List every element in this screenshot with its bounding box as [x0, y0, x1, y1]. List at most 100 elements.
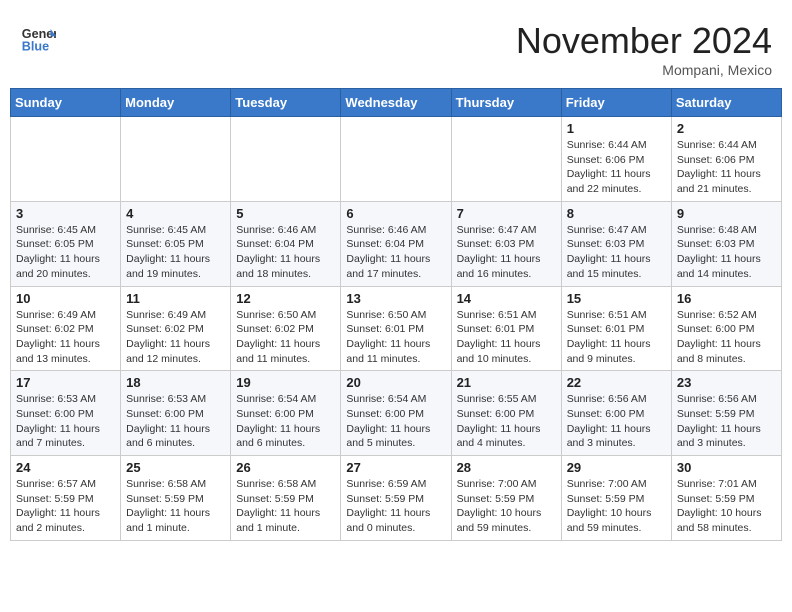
- sunrise-text: Sunrise: 6:50 AM: [346, 309, 426, 321]
- calendar-cell: 6 Sunrise: 6:46 AM Sunset: 6:04 PM Dayli…: [341, 201, 451, 286]
- calendar-table: SundayMondayTuesdayWednesdayThursdayFrid…: [10, 88, 782, 541]
- day-info: Sunrise: 6:52 AM Sunset: 6:00 PM Dayligh…: [677, 308, 776, 367]
- calendar-cell: 21 Sunrise: 6:55 AM Sunset: 6:00 PM Dayl…: [451, 371, 561, 456]
- day-info: Sunrise: 6:56 AM Sunset: 6:00 PM Dayligh…: [567, 392, 666, 451]
- daylight-text: Daylight: 11 hours and 16 minutes.: [457, 253, 541, 280]
- calendar-cell: 10 Sunrise: 6:49 AM Sunset: 6:02 PM Dayl…: [11, 286, 121, 371]
- weekday-header-friday: Friday: [561, 89, 671, 117]
- calendar-cell: 17 Sunrise: 6:53 AM Sunset: 6:00 PM Dayl…: [11, 371, 121, 456]
- day-info: Sunrise: 6:54 AM Sunset: 6:00 PM Dayligh…: [346, 392, 445, 451]
- calendar-cell: 29 Sunrise: 7:00 AM Sunset: 5:59 PM Dayl…: [561, 456, 671, 541]
- calendar-cell: 3 Sunrise: 6:45 AM Sunset: 6:05 PM Dayli…: [11, 201, 121, 286]
- day-number: 12: [236, 291, 335, 306]
- daylight-text: Daylight: 11 hours and 11 minutes.: [346, 338, 430, 365]
- daylight-text: Daylight: 11 hours and 22 minutes.: [567, 168, 651, 195]
- day-info: Sunrise: 7:01 AM Sunset: 5:59 PM Dayligh…: [677, 477, 776, 536]
- page-header: General Blue November 2024 Mompani, Mexi…: [10, 10, 782, 83]
- calendar-cell: [341, 117, 451, 202]
- calendar-cell: 27 Sunrise: 6:59 AM Sunset: 5:59 PM Dayl…: [341, 456, 451, 541]
- weekday-header-saturday: Saturday: [671, 89, 781, 117]
- weekday-header-thursday: Thursday: [451, 89, 561, 117]
- daylight-text: Daylight: 11 hours and 18 minutes.: [236, 253, 320, 280]
- day-number: 18: [126, 375, 225, 390]
- day-info: Sunrise: 6:51 AM Sunset: 6:01 PM Dayligh…: [567, 308, 666, 367]
- sunset-text: Sunset: 6:00 PM: [567, 408, 645, 420]
- sunrise-text: Sunrise: 6:44 AM: [677, 139, 757, 151]
- day-number: 17: [16, 375, 115, 390]
- calendar-cell: 19 Sunrise: 6:54 AM Sunset: 6:00 PM Dayl…: [231, 371, 341, 456]
- day-info: Sunrise: 7:00 AM Sunset: 5:59 PM Dayligh…: [567, 477, 666, 536]
- calendar-cell: 15 Sunrise: 6:51 AM Sunset: 6:01 PM Dayl…: [561, 286, 671, 371]
- sunset-text: Sunset: 6:00 PM: [126, 408, 204, 420]
- daylight-text: Daylight: 11 hours and 11 minutes.: [236, 338, 320, 365]
- day-info: Sunrise: 6:59 AM Sunset: 5:59 PM Dayligh…: [346, 477, 445, 536]
- day-info: Sunrise: 6:47 AM Sunset: 6:03 PM Dayligh…: [567, 223, 666, 282]
- sunset-text: Sunset: 6:04 PM: [236, 238, 314, 250]
- sunset-text: Sunset: 5:59 PM: [677, 408, 755, 420]
- calendar-cell: 8 Sunrise: 6:47 AM Sunset: 6:03 PM Dayli…: [561, 201, 671, 286]
- daylight-text: Daylight: 11 hours and 0 minutes.: [346, 507, 430, 534]
- daylight-text: Daylight: 11 hours and 12 minutes.: [126, 338, 210, 365]
- sunset-text: Sunset: 6:02 PM: [236, 323, 314, 335]
- calendar-cell: 16 Sunrise: 6:52 AM Sunset: 6:00 PM Dayl…: [671, 286, 781, 371]
- day-info: Sunrise: 7:00 AM Sunset: 5:59 PM Dayligh…: [457, 477, 556, 536]
- day-info: Sunrise: 6:57 AM Sunset: 5:59 PM Dayligh…: [16, 477, 115, 536]
- daylight-text: Daylight: 11 hours and 14 minutes.: [677, 253, 761, 280]
- sunset-text: Sunset: 6:06 PM: [677, 154, 755, 166]
- sunrise-text: Sunrise: 6:47 AM: [567, 224, 647, 236]
- day-number: 29: [567, 460, 666, 475]
- calendar-cell: 14 Sunrise: 6:51 AM Sunset: 6:01 PM Dayl…: [451, 286, 561, 371]
- day-number: 26: [236, 460, 335, 475]
- day-number: 1: [567, 121, 666, 136]
- calendar-cell: 2 Sunrise: 6:44 AM Sunset: 6:06 PM Dayli…: [671, 117, 781, 202]
- calendar-cell: 26 Sunrise: 6:58 AM Sunset: 5:59 PM Dayl…: [231, 456, 341, 541]
- sunrise-text: Sunrise: 6:54 AM: [236, 393, 316, 405]
- day-info: Sunrise: 6:53 AM Sunset: 6:00 PM Dayligh…: [126, 392, 225, 451]
- day-info: Sunrise: 6:48 AM Sunset: 6:03 PM Dayligh…: [677, 223, 776, 282]
- weekday-header-wednesday: Wednesday: [341, 89, 451, 117]
- day-info: Sunrise: 6:45 AM Sunset: 6:05 PM Dayligh…: [16, 223, 115, 282]
- day-info: Sunrise: 6:51 AM Sunset: 6:01 PM Dayligh…: [457, 308, 556, 367]
- calendar-cell: 23 Sunrise: 6:56 AM Sunset: 5:59 PM Dayl…: [671, 371, 781, 456]
- sunset-text: Sunset: 5:59 PM: [236, 493, 314, 505]
- day-number: 23: [677, 375, 776, 390]
- sunset-text: Sunset: 6:02 PM: [16, 323, 94, 335]
- day-number: 6: [346, 206, 445, 221]
- day-info: Sunrise: 6:50 AM Sunset: 6:01 PM Dayligh…: [346, 308, 445, 367]
- sunrise-text: Sunrise: 6:49 AM: [126, 309, 206, 321]
- calendar-cell: 22 Sunrise: 6:56 AM Sunset: 6:00 PM Dayl…: [561, 371, 671, 456]
- daylight-text: Daylight: 11 hours and 1 minute.: [236, 507, 320, 534]
- daylight-text: Daylight: 11 hours and 2 minutes.: [16, 507, 100, 534]
- day-number: 3: [16, 206, 115, 221]
- sunrise-text: Sunrise: 6:59 AM: [346, 478, 426, 490]
- day-info: Sunrise: 6:58 AM Sunset: 5:59 PM Dayligh…: [126, 477, 225, 536]
- day-number: 7: [457, 206, 556, 221]
- daylight-text: Daylight: 11 hours and 3 minutes.: [567, 423, 651, 450]
- sunset-text: Sunset: 6:06 PM: [567, 154, 645, 166]
- sunrise-text: Sunrise: 6:58 AM: [236, 478, 316, 490]
- calendar-cell: 12 Sunrise: 6:50 AM Sunset: 6:02 PM Dayl…: [231, 286, 341, 371]
- sunset-text: Sunset: 6:00 PM: [16, 408, 94, 420]
- sunset-text: Sunset: 6:04 PM: [346, 238, 424, 250]
- sunset-text: Sunset: 6:01 PM: [346, 323, 424, 335]
- sunrise-text: Sunrise: 6:53 AM: [16, 393, 96, 405]
- day-info: Sunrise: 6:49 AM Sunset: 6:02 PM Dayligh…: [126, 308, 225, 367]
- sunset-text: Sunset: 6:05 PM: [16, 238, 94, 250]
- day-info: Sunrise: 6:44 AM Sunset: 6:06 PM Dayligh…: [677, 138, 776, 197]
- sunrise-text: Sunrise: 6:45 AM: [16, 224, 96, 236]
- sunrise-text: Sunrise: 7:01 AM: [677, 478, 757, 490]
- daylight-text: Daylight: 11 hours and 5 minutes.: [346, 423, 430, 450]
- day-number: 19: [236, 375, 335, 390]
- sunrise-text: Sunrise: 7:00 AM: [567, 478, 647, 490]
- day-info: Sunrise: 6:58 AM Sunset: 5:59 PM Dayligh…: [236, 477, 335, 536]
- day-info: Sunrise: 6:45 AM Sunset: 6:05 PM Dayligh…: [126, 223, 225, 282]
- month-title: November 2024: [516, 20, 772, 62]
- day-number: 30: [677, 460, 776, 475]
- day-info: Sunrise: 6:49 AM Sunset: 6:02 PM Dayligh…: [16, 308, 115, 367]
- calendar-cell: 30 Sunrise: 7:01 AM Sunset: 5:59 PM Dayl…: [671, 456, 781, 541]
- sunrise-text: Sunrise: 6:51 AM: [567, 309, 647, 321]
- calendar-cell: 4 Sunrise: 6:45 AM Sunset: 6:05 PM Dayli…: [121, 201, 231, 286]
- week-row-1: 1 Sunrise: 6:44 AM Sunset: 6:06 PM Dayli…: [11, 117, 782, 202]
- week-row-3: 10 Sunrise: 6:49 AM Sunset: 6:02 PM Dayl…: [11, 286, 782, 371]
- daylight-text: Daylight: 11 hours and 10 minutes.: [457, 338, 541, 365]
